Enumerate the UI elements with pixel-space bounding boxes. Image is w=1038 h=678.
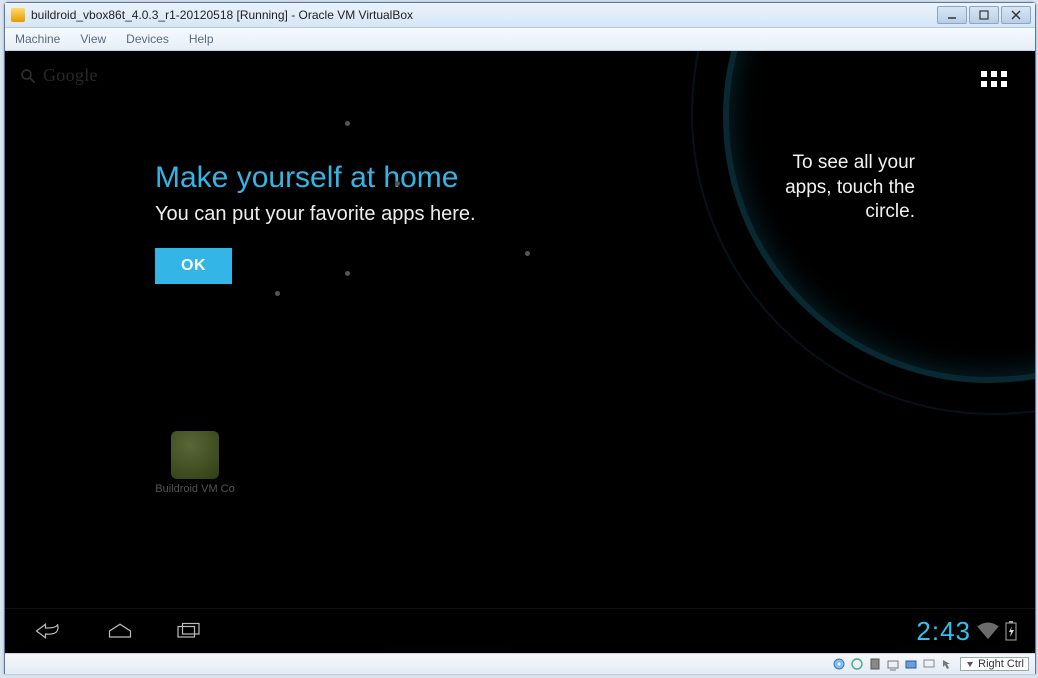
- host-key-indicator[interactable]: Right Ctrl: [960, 657, 1029, 671]
- maximize-button[interactable]: [969, 6, 999, 24]
- ok-button[interactable]: OK: [155, 248, 232, 284]
- search-label: Google: [43, 65, 98, 86]
- home-app-label: Buildroid VM Co: [150, 483, 240, 495]
- apps-tip: To see all your apps, touch the circle.: [745, 151, 915, 225]
- titlebar[interactable]: buildroid_vbox86t_4.0.3_r1-20120518 [Run…: [5, 3, 1035, 28]
- menu-machine[interactable]: Machine: [5, 32, 70, 46]
- vbox-statusbar: Right Ctrl: [5, 653, 1035, 674]
- network-icon[interactable]: [886, 657, 900, 671]
- apps-button[interactable]: [981, 71, 1007, 87]
- menu-view[interactable]: View: [70, 32, 116, 46]
- down-arrow-icon: [965, 659, 975, 669]
- search-icon: [19, 67, 37, 85]
- google-search[interactable]: Google: [19, 65, 98, 86]
- usb-icon[interactable]: [868, 657, 882, 671]
- menu-devices[interactable]: Devices: [116, 32, 179, 46]
- menu-help[interactable]: Help: [179, 32, 224, 46]
- optical-icon[interactable]: [850, 657, 864, 671]
- home-app-shortcut[interactable]: Buildroid VM Co: [150, 431, 240, 495]
- hdd-icon[interactable]: [832, 657, 846, 671]
- dialog-body: You can put your favorite apps here.: [155, 203, 476, 226]
- android-navbar: 2:43: [5, 608, 1035, 653]
- host-key-label: Right Ctrl: [978, 658, 1024, 670]
- battery-charging-icon[interactable]: [1005, 621, 1017, 641]
- home-button[interactable]: [105, 621, 135, 641]
- back-button[interactable]: [35, 621, 65, 641]
- wallpaper-ring-outer: [691, 51, 1035, 415]
- recents-button[interactable]: [175, 621, 205, 641]
- close-button[interactable]: [1001, 6, 1031, 24]
- android-chef-icon: [171, 431, 219, 479]
- shared-folders-icon[interactable]: [904, 657, 918, 671]
- virtualbox-icon: [11, 8, 25, 22]
- clock[interactable]: 2:43: [916, 616, 971, 647]
- guest-screen[interactable]: Google To see all your apps, touch the c…: [5, 51, 1035, 653]
- minimize-button[interactable]: [937, 6, 967, 24]
- menubar: Machine View Devices Help: [5, 28, 1035, 51]
- welcome-dialog: Make yourself at home You can put your f…: [155, 161, 476, 284]
- display-icon[interactable]: [922, 657, 936, 671]
- wifi-icon[interactable]: [977, 622, 999, 640]
- vm-window: buildroid_vbox86t_4.0.3_r1-20120518 [Run…: [4, 2, 1036, 674]
- window-title: buildroid_vbox86t_4.0.3_r1-20120518 [Run…: [31, 8, 937, 22]
- window-controls: [937, 6, 1031, 24]
- mouse-integration-icon[interactable]: [940, 657, 954, 671]
- dialog-title: Make yourself at home: [155, 161, 476, 195]
